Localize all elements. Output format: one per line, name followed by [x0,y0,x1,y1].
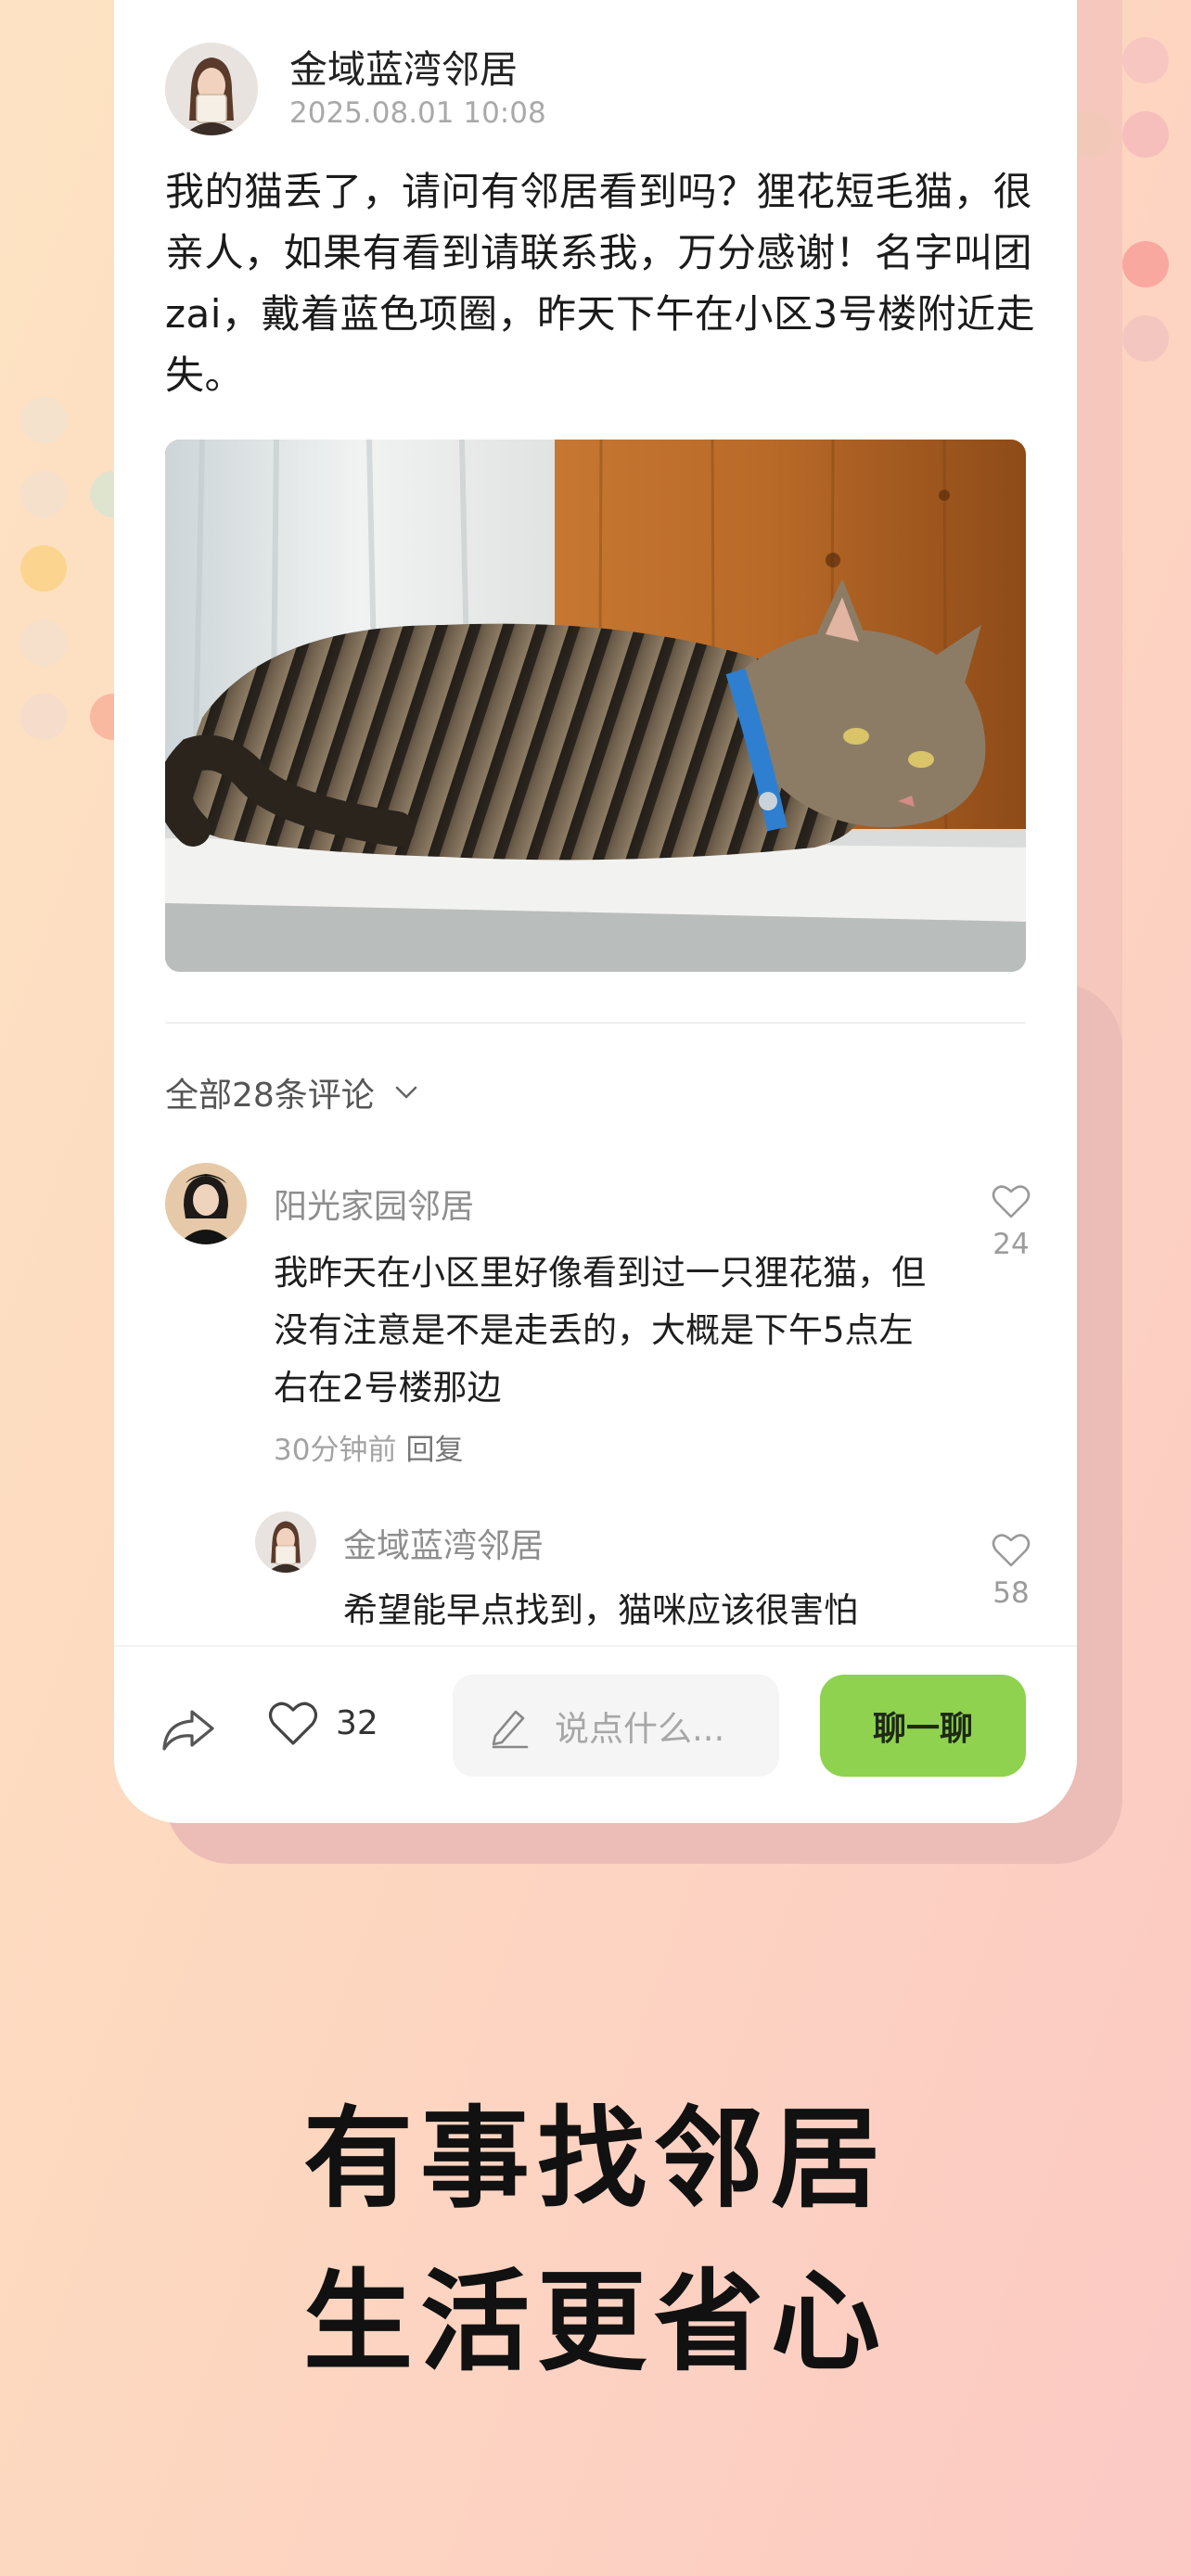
heart-icon [268,1702,318,1745]
bottom-action-bar: 32 说点什么... 聊一聊 [114,1645,1077,1823]
divider [165,1022,1026,1024]
post-image-cat[interactable] [165,440,1026,972]
post-body-text: 我的猫丢了，请问有邻居看到吗？狸花短毛猫，很亲人，如果有看到请联系我，万分感谢！… [165,169,1036,398]
pencil-icon [492,1710,529,1749]
comment-text: 希望能早点找到，猫咪应该很害怕 [343,1590,858,1630]
post-timestamp: 2025.08.01 10:08 [289,96,546,130]
chevron-down-icon [395,1086,417,1099]
comments-count-label: 全部28条评论 [165,1077,375,1115]
decorative-dots [20,397,136,749]
comment-like-count: 58 [992,1576,1030,1610]
post-like-count: 32 [336,1703,378,1742]
commenter-avatar[interactable] [255,1511,316,1573]
post-card: 金域蓝湾邻居 2025.08.01 10:08 我的猫丢了，请问有邻居看到吗？狸… [114,0,1077,1823]
commenter-name[interactable]: 阳光家园邻居 [274,1180,474,1228]
heart-icon [992,1185,1031,1218]
slogan-line-1: 有事找邻居 [302,2095,888,2223]
share-icon[interactable] [159,1699,218,1758]
comment-like-count: 24 [992,1228,1030,1261]
slogan-line-2: 生活更省心 [302,2258,888,2386]
comment-input-placeholder: 说点什么... [555,1709,725,1749]
reply-button[interactable]: 回复 [405,1434,463,1467]
post-author-name[interactable]: 金域蓝湾邻居 [289,45,546,94]
commenter-name[interactable]: 金域蓝湾邻居 [343,1519,544,1567]
comment-input[interactable]: 说点什么... [453,1675,779,1777]
commenter-avatar[interactable] [165,1163,247,1244]
post-like-button[interactable]: 32 [267,1699,378,1747]
chat-button[interactable]: 聊一聊 [820,1675,1026,1777]
comment-like-button[interactable]: 58 [983,1532,1039,1610]
comments-count-toggle[interactable]: 全部28条评论 [165,1068,421,1116]
author-avatar[interactable] [165,43,258,135]
comment-like-button[interactable]: 24 [983,1183,1039,1261]
heart-icon [992,1534,1031,1567]
post-header: 金域蓝湾邻居 2025.08.01 10:08 [165,43,546,135]
comment-meta: 30分钟前 回复 [274,1426,463,1468]
comment-time: 30分钟前 [274,1434,397,1467]
comment-text: 我昨天在小区里好像看到过一只狸花猫，但没有注意是不是走丢的，大概是下午5点左右在… [274,1253,926,1408]
